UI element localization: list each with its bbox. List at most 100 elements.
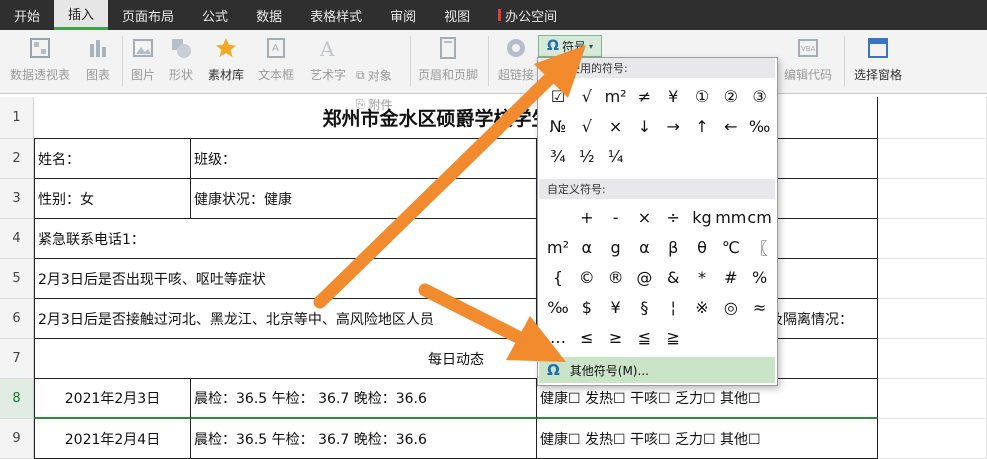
art-text-button[interactable]: A 艺术字 [308,34,348,90]
symbol-cell[interactable]: ≧ [659,323,687,351]
symbol-cell[interactable]: ¾ [544,142,572,170]
symbol-cell[interactable]: ③ [746,82,774,110]
symbol-cell[interactable]: © [573,263,601,291]
symbol-cell[interactable]: ¦ [659,293,687,321]
symbol-dropdown[interactable]: 近期使用的符号: ☑ √ m² ≠ ¥ ① ② ③ № √ × ↓ → ↑ ← ‰ ¾ ½ ¼ 自定义符号: + - ×… [537,57,778,386]
row-header[interactable]: 8 [0,379,34,419]
temperature-cell[interactable]: 晨检：36.5 午检： 36.7 晚检：36.6 [191,419,537,459]
temperature-cell[interactable]: 晨检：36.5 午检： 36.7 晚检：36.6 [191,379,537,419]
symbol-cell[interactable]: ℃ [717,233,745,261]
symbol-cell[interactable]: # [717,263,745,291]
symbol-cell[interactable]: ① [688,82,716,110]
symbol-cell[interactable]: ¥ [659,82,687,110]
symbol-cell[interactable]: ☑ [544,82,572,110]
symbol-cell[interactable]: ← [717,112,745,140]
gender-cell[interactable]: 性别：女 [34,179,191,219]
symbol-cell[interactable]: @ [630,263,658,291]
symbol-cell[interactable]: m² [602,82,630,110]
symbol-cell[interactable]: ≠ [630,82,658,110]
symbol-cell[interactable]: 〖 [746,233,774,261]
tab-review[interactable]: 审阅 [376,0,430,30]
row-header[interactable]: 3 [0,179,34,219]
symbol-cell[interactable]: × [602,112,630,140]
question-1-cell[interactable]: 2月3日后是否出现干咳、呕吐等症状 [34,259,537,299]
symbol-cell[interactable]: № [544,112,572,140]
symbol-cell[interactable]: × [630,203,658,231]
shape-button[interactable]: 形状 [162,34,200,90]
symbol-cell[interactable]: ¥ [602,293,630,321]
symbol-cell[interactable]: m² [544,233,572,261]
symbol-cell[interactable]: kg [688,203,716,231]
row-header[interactable]: 4 [0,219,34,259]
symbol-cell[interactable]: ½ [573,142,601,170]
symbol-cell[interactable]: α [630,233,658,261]
object-button[interactable]: ⧉ 对象 [356,67,392,84]
question-2-cell[interactable]: 2月3日后是否接触过河北、黑龙江、北京等中、高风险地区人员 [34,299,537,339]
symbol-cell[interactable]: ◎ [717,293,745,321]
spreadsheet[interactable]: 1 2 3 4 5 6 7 8 9 郑州市金水区硕爵学校学生寒假 姓名： 班级：… [0,97,987,459]
row-header[interactable]: 1 [0,97,34,139]
tab-formulas[interactable]: 公式 [188,0,242,30]
pivot-table-button[interactable]: 数据透视表 [8,34,72,90]
selection-pane-button[interactable]: 选择窗格 [850,34,906,90]
row-header[interactable]: 6 [0,299,34,339]
symbol-cell[interactable]: mm [715,203,746,231]
row-header[interactable]: 5 [0,259,34,299]
symbol-cell[interactable]: ® [602,263,630,291]
symbol-cell[interactable]: ② [717,82,745,110]
symbol-cell[interactable]: ‰ [746,112,774,140]
class-cell[interactable]: 班级： [191,139,537,179]
symbol-cell[interactable]: ÷ [659,203,687,231]
symbol-cell[interactable]: … [544,323,572,351]
name-cell[interactable]: 姓名： [34,139,191,179]
material-library-button[interactable]: 素材库 [206,34,246,90]
symbol-cell[interactable]: ≈ [746,293,774,321]
symbol-cell[interactable]: cm [746,203,774,231]
tab-insert[interactable]: 插入 [54,0,109,30]
symbol-cell[interactable]: { [544,263,572,291]
hyperlink-button[interactable]: 超链接 [496,34,536,90]
symbol-cell[interactable]: ↑ [688,112,716,140]
textbox-button[interactable]: A 文本框 [252,34,300,90]
symbol-cell[interactable]: → [659,112,687,140]
symbol-cell[interactable]: β [659,233,687,261]
symbol-cell[interactable]: ‰ [544,293,572,321]
symbol-cell[interactable]: g [602,233,630,261]
tab-table-style[interactable]: 表格样式 [296,0,376,30]
row-header[interactable]: 7 [0,339,34,379]
status-cell[interactable]: 健康☐ 发热☐ 干咳☐ 乏力☐ 其他☐ [537,419,878,459]
contact-cell[interactable]: 紧急联系电话1： [34,219,537,259]
symbol-cell[interactable]: ≥ [602,323,630,351]
symbol-cell[interactable]: % [746,263,774,291]
date-cell[interactable]: 2021年2月4日 [34,419,191,459]
symbol-cell[interactable]: ↓ [630,112,658,140]
symbol-cell[interactable]: √ [573,112,601,140]
header-footer-button[interactable]: 页眉和页脚 [416,34,480,90]
tab-office-space[interactable]: 办公空间 [484,0,571,30]
health-cell[interactable]: 健康状况：健康 [191,179,537,219]
row-header[interactable]: 9 [0,419,34,459]
symbol-cell[interactable]: $ [573,293,601,321]
tab-page-layout[interactable]: 页面布局 [108,0,188,30]
picture-button[interactable]: 图片 [128,34,158,90]
symbol-cell[interactable]: √ [573,82,601,110]
date-cell[interactable]: 2021年2月3日 [34,379,191,419]
symbol-cell[interactable]: α [573,233,601,261]
symbol-cell[interactable]: § [630,293,658,321]
symbol-cell[interactable]: + [573,203,601,231]
symbol-cell[interactable]: & [659,263,687,291]
tab-data[interactable]: 数据 [242,0,296,30]
row-header[interactable]: 2 [0,139,34,179]
symbol-cell[interactable] [544,203,572,231]
symbol-cell[interactable]: θ [688,233,716,261]
symbol-cell[interactable]: ≦ [630,323,658,351]
tab-view[interactable]: 视图 [430,0,484,30]
more-symbols-button[interactable]: Ω 其他符号(M)... [539,357,775,383]
symbol-cell[interactable]: * [688,263,716,291]
tab-home[interactable]: 开始 [0,0,54,30]
chart-button[interactable]: 图表 [80,34,116,90]
symbol-button[interactable]: Ω 符号 ▾ [538,35,602,57]
edit-code-button[interactable]: VBA 编辑代码 [780,34,836,90]
symbol-cell[interactable]: ¼ [602,142,630,170]
symbol-cell[interactable]: - [602,203,630,231]
